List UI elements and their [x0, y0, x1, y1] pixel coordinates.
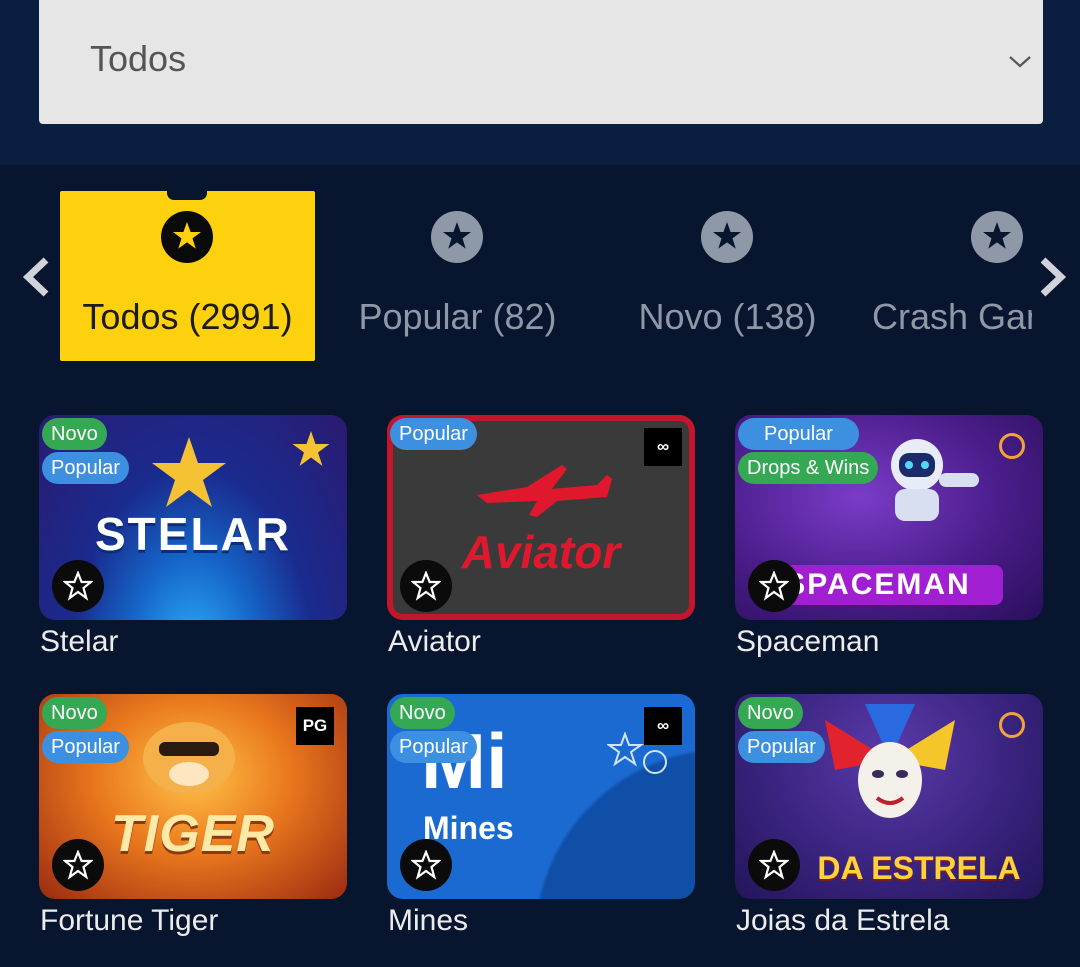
badge-novo: Novo [390, 697, 455, 729]
badge-popular: Popular [42, 731, 129, 763]
star-icon [161, 211, 213, 263]
carousel-prev-button[interactable] [18, 252, 58, 302]
game-name: Fortune Tiger [40, 904, 219, 937]
star-outline-icon [759, 850, 789, 880]
game-thumbnail-title: STELAR [95, 508, 291, 560]
tab-todos[interactable]: Todos (2991) [60, 190, 315, 361]
game-thumbnail[interactable]: DA ESTRELA Novo Popular [735, 694, 1043, 899]
carousel-next-button[interactable] [1031, 252, 1071, 302]
chevron-right-icon [1040, 257, 1067, 297]
badge-novo: Novo [738, 697, 803, 729]
star-outline-icon [411, 850, 441, 880]
provider-logo-icon [999, 712, 1025, 738]
game-name: Aviator [388, 625, 481, 658]
astronaut-graphic [891, 439, 979, 521]
game-card-aviator[interactable]: Aviator Popular ∞ Aviator [387, 415, 695, 675]
category-select-value: Todos [90, 38, 187, 79]
game-card-mines[interactable]: Mi Mines Novo Popular ∞ Mines [387, 694, 695, 954]
plane-graphic [477, 465, 612, 517]
game-card-fortune-tiger[interactable]: TIGER Novo Popular PG Fortune Tiger [39, 694, 347, 954]
category-tabs: Todos (2991) Popular (82) Novo (138) Cra… [60, 190, 1032, 365]
filter-section: Todos [0, 0, 1080, 165]
provider-logo-icon: PG [296, 707, 334, 745]
category-select[interactable]: Todos [39, 0, 1043, 124]
star-outline-icon [63, 571, 93, 601]
tab-novo[interactable]: Novo (138) [600, 191, 855, 361]
game-thumbnail[interactable]: Aviator Popular ∞ [387, 415, 695, 620]
game-card-stelar[interactable]: STELAR Novo Popular Stelar [39, 415, 347, 675]
favorite-button[interactable] [748, 560, 800, 612]
star-outline-icon [411, 571, 441, 601]
badge-drops-wins: Drops & Wins [738, 452, 879, 484]
badge-popular: Popular [42, 452, 129, 484]
favorite-button[interactable] [748, 839, 800, 891]
game-card-joias-da-estrela[interactable]: DA ESTRELA Novo Popular Joias da Estrela [735, 694, 1043, 954]
tab-label: Novo (138) [638, 296, 817, 337]
star-icon [971, 211, 1023, 263]
star-outline-icon [759, 571, 789, 601]
favorite-button[interactable] [400, 839, 452, 891]
provider-link-icon: ∞ [644, 707, 682, 745]
game-card-spaceman[interactable]: SPACEMAN Popular Drops & Wins Spaceman [735, 415, 1043, 675]
game-name: Mines [388, 904, 469, 937]
tab-label: Crash Gam [872, 296, 1032, 337]
tab-crash-games[interactable]: Crash Gam [870, 191, 1032, 361]
star-graphic [292, 431, 330, 466]
favorite-button[interactable] [52, 839, 104, 891]
favorite-button[interactable] [400, 560, 452, 612]
provider-link-icon: ∞ [644, 428, 682, 466]
game-thumbnail[interactable]: SPACEMAN Popular Drops & Wins [735, 415, 1043, 620]
provider-logo-icon [999, 433, 1025, 459]
badge-popular: Popular [390, 418, 477, 450]
game-name: Joias da Estrela [736, 904, 950, 937]
star-outline-icon [63, 850, 93, 880]
tiger-graphic [143, 722, 235, 794]
badge-popular: Popular [738, 418, 859, 450]
badge-popular: Popular [390, 731, 477, 763]
badge-novo: Novo [42, 418, 107, 450]
star-graphic [152, 437, 226, 507]
game-name: Spaceman [736, 625, 880, 658]
jester-graphic [825, 704, 955, 818]
star-icon [701, 211, 753, 263]
game-name: Stelar [40, 625, 119, 658]
favorite-button[interactable] [52, 560, 104, 612]
badge-novo: Novo [42, 697, 107, 729]
game-thumbnail[interactable]: Mi Mines Novo Popular ∞ [387, 694, 695, 899]
game-thumbnail[interactable]: TIGER Novo Popular PG [39, 694, 347, 899]
chevron-left-icon [22, 257, 49, 297]
badge-popular: Popular [738, 731, 825, 763]
category-carousel: Todos (2991) Popular (82) Novo (138) Cra… [0, 190, 1080, 365]
tab-label: Popular (82) [358, 296, 557, 337]
tab-popular[interactable]: Popular (82) [330, 191, 585, 361]
game-thumbnail[interactable]: STELAR Novo Popular [39, 415, 347, 620]
tab-label: Todos (2991) [82, 296, 293, 337]
chevron-down-icon [1009, 56, 1031, 68]
star-icon [431, 211, 483, 263]
